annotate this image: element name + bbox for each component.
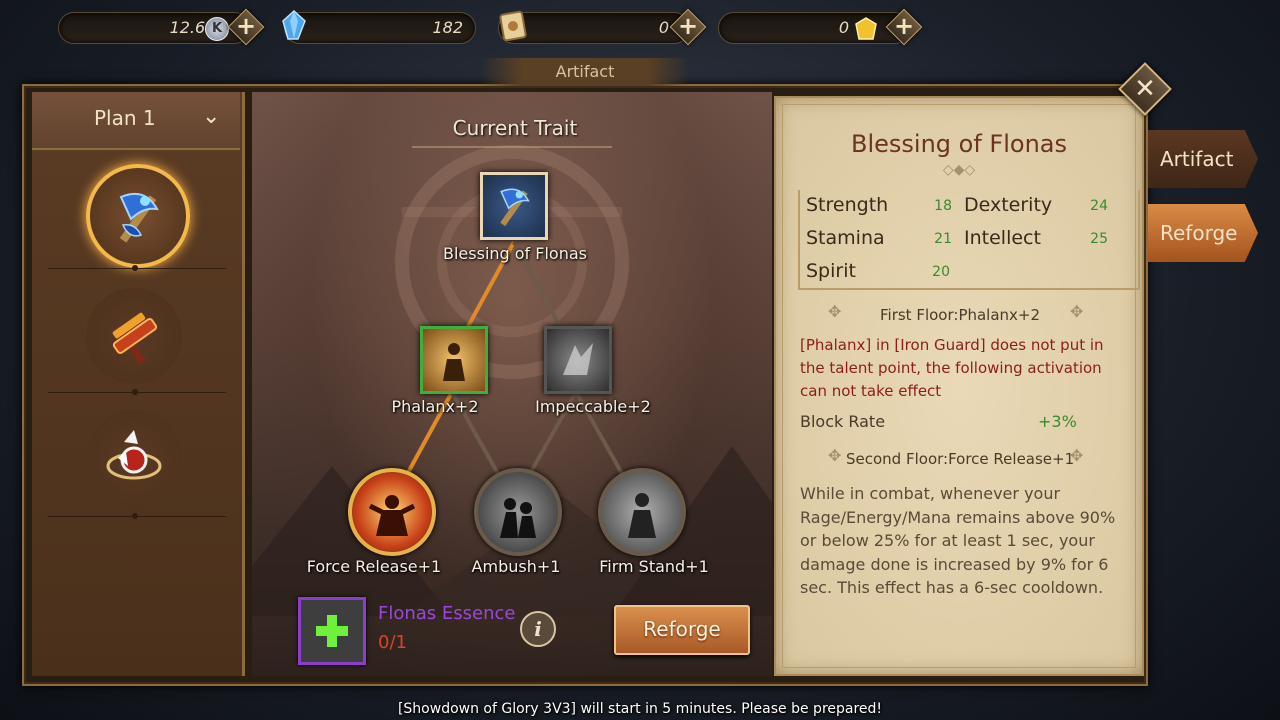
artifact-list-panel: Plan 1 ⌄ [32,92,245,676]
stat-value-spirit: 20 [932,264,950,280]
ornament-icon: ✥ [1070,302,1084,321]
trait-label-phalanx: Phalanx+2 [391,397,479,416]
blue-axe-icon [119,193,159,243]
stat-value-intellect: 25 [1090,231,1108,247]
reforge-button[interactable]: Reforge [614,605,750,655]
force-release-icon [368,495,416,536]
red-gun-icon [112,312,158,365]
trait-node-ambush[interactable] [474,468,562,556]
detail-title: Blessing of Flonas [851,130,1067,158]
first-floor-title: First Floor:Phalanx+2 [880,306,1041,324]
gold-gem-icon [855,17,877,41]
close-button[interactable]: ✕ [1122,66,1168,112]
stat-value-dexterity: 24 [1090,198,1108,214]
add-gold-button[interactable]: + [890,13,918,41]
close-icon: ✕ [1134,74,1156,104]
trait-label-impeccable: Impeccable+2 [535,397,651,416]
artifact-slot-blue-axe[interactable] [86,164,190,268]
tab-reforge[interactable]: Reforge [1148,204,1258,262]
trait-label-ambush: Ambush+1 [471,557,561,576]
firm-stand-icon [628,493,656,538]
stat-name-intellect: Intellect [964,227,1041,249]
plus-icon [316,615,348,647]
blue-crystal-icon [282,9,306,40]
coins-value: 12.6M [169,18,219,37]
stat-name-strength: Strength [806,194,889,216]
window-title: Artifact [480,58,690,86]
info-icon[interactable]: i [520,611,556,647]
white-red-orb-icon [106,430,162,480]
trait-node-blessing-of-flonas[interactable] [480,172,548,240]
warning-text: [Phalanx] in [Iron Guard] does not put i… [800,336,1104,400]
k-coin-icon: K [205,17,229,41]
ornament-icon: ✥ [1070,446,1084,465]
shatter-icon [563,343,593,375]
warrior-silhouette-icon [443,343,465,381]
stat-value-strength: 18 [934,198,952,214]
block-rate-label: Block Rate [800,412,886,431]
stat-name-stamina: Stamina [806,227,885,249]
trait-detail-panel: Blessing of Flonas ◇◆◇ Strength 18 Dexte… [774,96,1144,676]
tab-artifact-label: Artifact [1160,147,1234,171]
essence-name: Flonas Essence [378,603,516,624]
stat-name-dexterity: Dexterity [964,194,1053,216]
second-floor-title: Second Floor:Force Release+1 [846,450,1075,468]
stat-value-stamina: 21 [934,231,952,247]
stat-name-spirit: Spirit [806,260,856,282]
trait-node-firm-stand[interactable] [598,468,686,556]
trait-node-impeccable[interactable] [544,326,612,394]
ornament-icon: ◇◆◇ [942,162,976,178]
essence-slot[interactable] [298,597,366,665]
currency-gold: 0 [718,12,910,44]
scroll-value: 0 [658,18,669,37]
trait-node-force-release[interactable] [348,468,436,556]
system-notice: [Showdown of Glory 3V3] will start in 5 … [397,701,883,717]
ornament-icon: ✥ [828,446,842,465]
effect-description: While in combat, whenever your Rage/Ener… [800,484,1116,597]
trait-label-blessing-of-flonas: Blessing of Flonas [443,244,587,263]
current-trait-header: Current Trait [452,116,578,140]
add-coins-button[interactable]: + [232,13,260,41]
artifact-slot-white-orb[interactable] [86,410,182,506]
divider [48,513,226,519]
trait-node-phalanx[interactable] [420,326,488,394]
trait-label-force-release: Force Release+1 [306,557,442,576]
trait-label-firm-stand: Firm Stand+1 [599,557,709,576]
currency-coins: 12.6M K [58,12,250,44]
plan-dropdown[interactable]: Plan 1 ⌄ [32,92,240,150]
plan-label: Plan 1 [94,106,156,130]
artifact-slot-red-gun[interactable] [86,288,182,384]
add-scroll-button[interactable]: + [674,13,702,41]
ambush-icon [500,498,536,538]
essence-count: 0/1 [378,632,407,653]
blue-axe-icon [500,188,530,227]
ornament-icon: ✥ [828,302,842,321]
chevron-down-icon: ⌄ [202,104,221,129]
tab-artifact[interactable]: Artifact [1148,130,1258,188]
block-rate-value: +3% [1038,412,1077,431]
scroll-icon [498,10,528,42]
crystals-value: 182 [432,18,463,37]
currency-crystals: 182 [284,12,476,44]
divider [48,265,226,271]
gold-value: 0 [838,18,849,37]
tab-reforge-label: Reforge [1160,221,1238,245]
divider [48,389,226,395]
